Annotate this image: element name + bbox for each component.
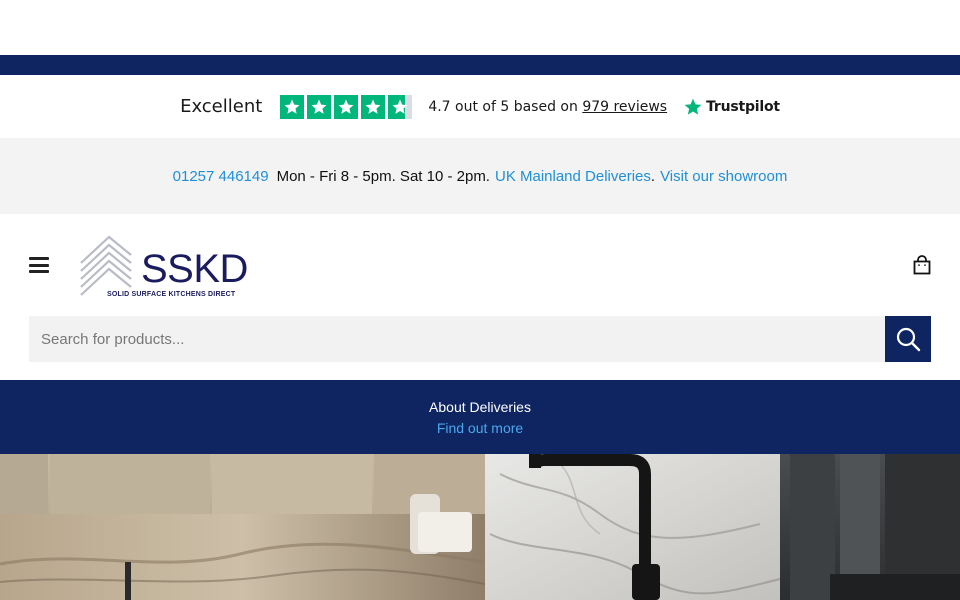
site-header: SSKD SOLID SURFACE KITCHENS DIRECT — [0, 214, 960, 316]
search-icon — [896, 327, 921, 352]
showroom-link[interactable]: Visit our showroom — [660, 168, 787, 185]
star-icon — [334, 94, 359, 119]
trustpilot-widget[interactable]: Excellent 4.7 out of 5 based on 979 revi… — [0, 75, 960, 138]
trustpilot-logo[interactable]: Trustpilot — [683, 97, 780, 117]
search-input[interactable] — [29, 316, 885, 362]
star-icon — [280, 94, 305, 119]
top-blank-area — [0, 0, 960, 55]
deliveries-promo-banner: About Deliveries Find out more — [0, 380, 960, 454]
search-button[interactable] — [885, 316, 931, 362]
separator-dot: . — [650, 167, 656, 185]
logo-text: SSKD — [141, 247, 248, 291]
promo-title: About Deliveries — [429, 398, 531, 415]
hero-kitchen-image — [0, 454, 960, 600]
top-navy-strip — [0, 55, 960, 75]
trustpilot-rating-word: Excellent — [180, 96, 263, 117]
phone-link[interactable]: 01257 446149 — [173, 168, 269, 185]
half-star-icon — [388, 94, 413, 119]
opening-hours: Mon - Fri 8 - 5pm. Sat 10 - 2pm. — [276, 167, 490, 185]
trustpilot-summary: 4.7 out of 5 based on 979 reviews — [428, 99, 667, 115]
logo-subtitle: SOLID SURFACE KITCHENS DIRECT — [107, 291, 236, 298]
star-icon — [361, 94, 386, 119]
shopping-bag-icon[interactable] — [912, 255, 932, 275]
promo-find-out-more-link[interactable]: Find out more — [437, 420, 523, 436]
site-logo[interactable]: SSKD SOLID SURFACE KITCHENS DIRECT — [79, 233, 248, 301]
contact-info-bar: 01257 446149 Mon - Fri 8 - 5pm. Sat 10 -… — [0, 138, 960, 214]
trustpilot-brand: Trustpilot — [706, 98, 780, 115]
hamburger-icon[interactable] — [29, 257, 49, 273]
trustpilot-reviews-link[interactable]: 979 reviews — [582, 99, 667, 115]
trustpilot-score-text: 4.7 out of 5 based on — [428, 98, 578, 115]
search-bar — [29, 316, 931, 362]
trustpilot-stars — [280, 94, 413, 119]
star-icon — [307, 94, 332, 119]
deliveries-link[interactable]: UK Mainland Deliveries — [495, 168, 651, 185]
trustpilot-star-icon — [684, 98, 702, 115]
